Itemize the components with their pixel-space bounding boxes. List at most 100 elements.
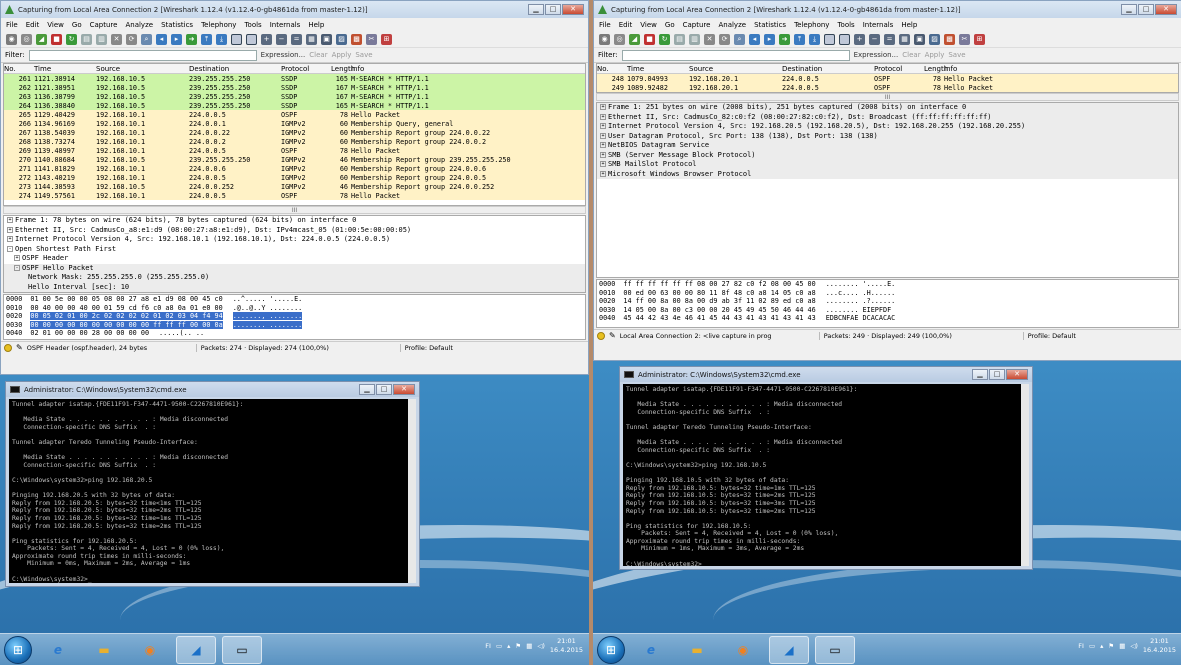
packet-list-hscrollbar[interactable]: III [3,206,586,214]
detail-row[interactable]: + User Datagram Protocol, Src Port: 138 (… [597,131,1178,141]
packet-list[interactable]: No. Time Source Destination Protocol Length In… [596,63,1179,93]
menu-go[interactable]: Go [72,21,82,29]
column-source[interactable]: Source [96,65,189,73]
save-filter-button[interactable]: Save [355,51,372,59]
status-profile[interactable]: Profile: Default [1028,332,1080,340]
cmd-close-button[interactable]: ✕ [1006,369,1028,380]
menu-help[interactable]: Help [901,21,917,29]
keyboard-icon[interactable]: ▭ [496,642,502,650]
detail-row[interactable]: + NetBIOS Datagram Service [597,141,1178,151]
column-info[interactable]: Info [351,65,585,73]
options-icon[interactable]: ◎ [614,33,625,45]
detail-row[interactable]: + Frame 1: 251 bytes on wire (2008 bits),… [597,103,1178,113]
resize-columns-icon[interactable]: ▦ [306,33,317,45]
zoom-in-icon[interactable]: + [261,33,272,45]
menu-analyze[interactable]: Analyze [718,21,746,29]
menu-internals[interactable]: Internals [863,21,894,29]
wireshark-taskbar-icon[interactable]: ◢ [176,635,216,664]
expert-info-icon[interactable] [597,331,605,340]
column-length[interactable]: Length [331,65,355,73]
capture-comment-icon[interactable]: ✎ [16,343,23,352]
explorer-taskbar-icon[interactable]: ▬ [677,636,717,664]
collapse-icon[interactable]: - [14,264,20,271]
help-icon[interactable]: ⊞ [381,33,392,45]
first-packet-icon[interactable]: ⤒ [201,33,212,45]
column-info[interactable]: Info [944,65,1178,73]
language-indicator[interactable]: FI [485,642,491,650]
detail-row[interactable]: + Ethernet II, Src: CadmusCo_82:c0:f2 (08… [597,112,1178,122]
packet-row[interactable]: 266 1134.96169 192.168.10.1 224.0.0.1 IGMPv2… [4,119,585,128]
volume-icon[interactable]: ◁) [1130,642,1138,650]
restart-capture-icon[interactable]: ↻ [66,33,77,45]
detail-row[interactable]: + Frame 1: 78 bytes on wire (624 bits), 7… [4,216,585,226]
network-icon[interactable]: ▦ [526,642,532,650]
expression-button[interactable]: Expression... [854,51,899,59]
packet-bytes[interactable]: 0000 01 00 5e 00 00 05 08 00 27 a8 e1 d9 … [3,294,586,340]
cmd-minimize-button[interactable]: ▁ [359,384,375,395]
close-button[interactable]: ✕ [1155,4,1177,15]
first-packet-icon[interactable]: ⤒ [794,33,805,45]
detail-row[interactable]: + Microsoft Windows Browser Protocol [597,169,1178,179]
cmd-maximize-button[interactable]: □ [376,384,392,395]
wireshark-titlebar[interactable]: Capturing from Local Area Connection 2 [… [1,1,588,18]
options-icon[interactable]: ◎ [21,33,32,45]
detail-row[interactable]: + Internet Protocol Version 4, Src: 192.1… [597,122,1178,132]
start-capture-icon[interactable]: ◢ [629,33,640,45]
maximize-button[interactable]: □ [1138,4,1154,15]
packet-row[interactable]: 267 1138.54039 192.168.10.1 224.0.0.22 IGMPv… [4,128,585,137]
menu-statistics[interactable]: Statistics [161,21,193,29]
close-file-icon[interactable]: ✕ [111,33,122,45]
column-time[interactable]: Time [627,65,689,73]
ie-taskbar-icon[interactable]: e [631,636,671,664]
menu-tools[interactable]: Tools [244,21,261,29]
language-indicator[interactable]: FI [1078,642,1084,650]
hex-row[interactable]: 0010 00 ed 00 63 00 00 80 11 8f 48 c0 a8 … [597,289,1178,298]
restart-capture-icon[interactable]: ↻ [659,33,670,45]
expand-icon[interactable]: + [7,236,13,242]
cmd-scrollbar[interactable] [1021,384,1029,566]
column-length[interactable]: Length [924,65,948,73]
menu-statistics[interactable]: Statistics [754,21,786,29]
menu-file[interactable]: File [599,21,611,29]
save-file-icon[interactable]: ▥ [96,33,107,45]
menu-help[interactable]: Help [308,21,324,29]
action-center-flag-icon[interactable]: ⚑ [1108,642,1114,650]
colorize-icon[interactable] [231,33,242,45]
stop-capture-icon[interactable]: ■ [644,33,655,45]
cmd-output[interactable]: Tunnel adapter isatap.{FDE11F91-F347-447… [623,384,1021,566]
apply-button[interactable]: Apply [332,51,352,59]
coloring-rules-icon[interactable]: ▩ [351,33,362,45]
column-protocol[interactable]: Protocol [874,65,924,73]
start-capture-icon[interactable]: ◢ [36,33,47,45]
cmd-close-button[interactable]: ✕ [393,384,415,395]
start-button[interactable]: ⊞ [597,635,625,664]
clock[interactable]: 21:01 16.4.2015 [550,637,583,655]
menu-analyze[interactable]: Analyze [125,21,153,29]
open-file-icon[interactable]: ▤ [81,33,92,45]
preferences-icon[interactable]: ✂ [959,33,970,45]
zoom-out-icon[interactable]: − [276,33,287,45]
resize-columns-icon[interactable]: ▦ [899,33,910,45]
expand-icon[interactable]: + [600,151,606,158]
find-packet-icon[interactable]: ⌕ [141,33,152,45]
collapse-icon[interactable]: - [7,245,13,252]
status-profile[interactable]: Profile: Default [405,344,457,352]
network-icon[interactable]: ▦ [1119,642,1125,650]
reload-icon[interactable]: ⟳ [126,33,137,45]
coloring-rules-icon[interactable]: ▩ [944,33,955,45]
packet-row[interactable]: 270 1140.88684 192.168.10.5 239.255.255.250… [4,155,585,164]
keyboard-icon[interactable]: ▭ [1089,642,1095,650]
detail-row[interactable]: + OSPF Header [4,254,585,264]
expand-icon[interactable]: + [600,123,606,129]
packet-row[interactable]: 249 1089.92482 192.168.20.1 224.0.0.5 OSPF 78… [597,83,1178,92]
detail-row[interactable]: Hello Interval [sec]: 10 [4,282,585,292]
expand-icon[interactable]: + [600,113,606,120]
explorer-taskbar-icon[interactable]: ▬ [84,636,124,664]
menu-telephony[interactable]: Telephony [201,21,236,29]
cmd-scrollbar[interactable] [408,399,416,583]
detail-row[interactable]: Network Mask: 255.255.255.0 (255.255.255… [4,273,585,283]
minimize-button[interactable]: ▁ [528,4,544,15]
expand-icon[interactable]: + [600,104,606,110]
hex-row[interactable]: 0020 00 05 02 01 00 2c 02 02 02 02 01 02 … [4,312,585,321]
interfaces-icon[interactable]: ◉ [6,33,17,45]
